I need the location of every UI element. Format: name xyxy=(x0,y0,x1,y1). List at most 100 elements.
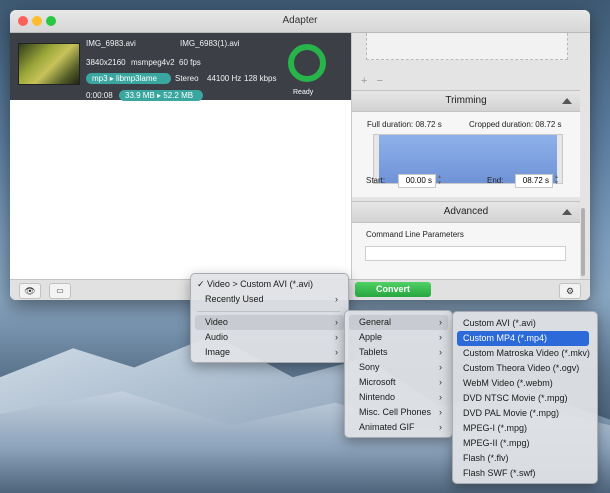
menu-item-label: Tablets xyxy=(359,347,388,357)
file-list: IMG_6983.avi IMG_6983(1).avi 3840x2160 m… xyxy=(10,33,351,279)
menu-item-label: Apple xyxy=(359,332,383,342)
start-stepper-icon[interactable]: ▲ ▼ xyxy=(437,174,442,186)
menu-item-label: Audio xyxy=(205,332,229,342)
menu-item-audio[interactable]: Audio › xyxy=(195,330,344,345)
chevron-right-icon: › xyxy=(439,392,442,402)
command-line-label: Command Line Parameters xyxy=(366,230,464,239)
trimming-header[interactable]: Trimming xyxy=(352,90,580,112)
add-button[interactable]: + xyxy=(361,75,367,87)
window-title: Adapter xyxy=(282,15,318,26)
chevron-right-icon: › xyxy=(335,332,338,342)
app-window: Adapter IMG_6983.avi IMG_6983(1).avi 384… xyxy=(10,10,590,300)
recently-used-label: Recently Used xyxy=(205,294,264,304)
menu-item-label: Misc. Cell Phones xyxy=(359,407,432,417)
menu-item-label: Video xyxy=(205,317,228,327)
menu-item-label: Nintendo xyxy=(359,392,396,402)
log-console-icon[interactable]: ▭ xyxy=(49,283,71,299)
chevron-right-icon: › xyxy=(439,407,442,417)
output-filename[interactable]: IMG_6983(1).avi xyxy=(180,39,240,48)
menu-item-flash-swf[interactable]: Flash SWF (*.swf) xyxy=(457,466,589,481)
chevron-right-icon: › xyxy=(335,294,338,304)
menu-item-general[interactable]: General › xyxy=(349,315,448,330)
menu-item-image[interactable]: Image › xyxy=(195,345,344,360)
bitrate-text: 128 kbps xyxy=(244,74,277,83)
menu-item-label: Image xyxy=(205,347,231,357)
menu-item-custom-mkv[interactable]: Custom Matroska Video (*.mkv) xyxy=(457,346,590,361)
advanced-header[interactable]: Advanced xyxy=(352,201,580,223)
audio-codec-pill[interactable]: mp3 ▸ libmp3lame xyxy=(86,73,171,84)
command-line-input[interactable] xyxy=(365,246,566,261)
cropped-duration-label: Cropped duration: 08.72 s xyxy=(469,120,562,129)
size-pill: 33.9 MB ▸ 52.2 MB xyxy=(119,90,203,101)
chevron-right-icon: › xyxy=(335,347,338,357)
menu-item-apple[interactable]: Apple › xyxy=(349,330,448,345)
plus-minus-controls: + − xyxy=(361,75,383,87)
chevron-right-icon: › xyxy=(439,362,442,372)
status-ring-icon xyxy=(288,44,326,82)
chevron-right-icon: › xyxy=(439,332,442,342)
chevron-right-icon: › xyxy=(439,422,442,432)
chevron-right-icon: › xyxy=(439,377,442,387)
convert-button[interactable]: Convert xyxy=(355,282,431,297)
menu-item-mpeg1[interactable]: MPEG-I (*.mpg) xyxy=(457,421,589,436)
menu-item-label: Microsoft xyxy=(359,377,396,387)
remove-button[interactable]: − xyxy=(377,75,383,87)
duration-text: 0:00:08 xyxy=(86,91,113,100)
start-time-field[interactable]: 00.00 s xyxy=(398,174,436,188)
audio-codec: mp3 xyxy=(92,74,108,83)
menu-item-label: General xyxy=(359,317,392,327)
title-bar: Adapter xyxy=(10,10,590,33)
menu-item-recently-used[interactable]: Recently Used › xyxy=(195,292,344,307)
menu-separator xyxy=(197,311,340,312)
menu-item-dvd-pal[interactable]: DVD PAL Movie (*.mpg) xyxy=(457,406,589,421)
file-row[interactable]: IMG_6983.avi IMG_6983(1).avi 3840x2160 m… xyxy=(10,33,351,101)
general-submenu: Custom AVI (*.avi) Custom MP4 (*.mp4) Cu… xyxy=(452,311,598,484)
menu-item-dvd-ntsc[interactable]: DVD NTSC Movie (*.mpg) xyxy=(457,391,589,406)
menu-item-animated-gif[interactable]: Animated GIF › xyxy=(349,420,448,435)
end-label: End: xyxy=(487,176,504,185)
menu-item-nintendo[interactable]: Nintendo › xyxy=(349,390,448,405)
menu-item-label: Sony xyxy=(359,362,380,372)
settings-panel: + − Trimming Full duration: 08.72 s Crop… xyxy=(351,33,590,279)
menu-item-video[interactable]: Video › xyxy=(195,315,344,330)
resolution-text: 3840x2160 xyxy=(86,58,126,67)
codec-text: msmpeg4v2 xyxy=(131,58,175,67)
source-size: 33.9 MB xyxy=(125,91,155,100)
menu-item-microsoft[interactable]: Microsoft › xyxy=(349,375,448,390)
menu-item-webm[interactable]: WebM Video (*.webm) xyxy=(457,376,589,391)
preview-eye-icon[interactable]: 👁 xyxy=(19,283,41,299)
video-thumbnail xyxy=(18,43,80,85)
current-format-label: Video > Custom AVI (*.avi) xyxy=(207,279,314,289)
checkmark-icon: ✓ xyxy=(197,279,208,289)
channels-text: Stereo xyxy=(175,74,199,83)
chevron-right-icon: › xyxy=(439,347,442,357)
advanced-title: Advanced xyxy=(443,206,489,217)
end-time-field[interactable]: 08.72 s xyxy=(515,174,553,188)
menu-item-mpeg2[interactable]: MPEG-II (*.mpg) xyxy=(457,436,589,451)
audio-output-codec: libmp3lame xyxy=(116,74,157,83)
trimming-title: Trimming xyxy=(445,95,487,106)
menu-item-sony[interactable]: Sony › xyxy=(349,360,448,375)
menu-item-custom-ogv[interactable]: Custom Theora Video (*.ogv) xyxy=(457,361,589,376)
settings-scrollbar[interactable] xyxy=(581,208,585,276)
chevron-right-icon: › xyxy=(335,317,338,327)
menu-item-label: Animated GIF xyxy=(359,422,415,432)
menu-item-flash-flv[interactable]: Flash (*.flv) xyxy=(457,451,589,466)
menu-item-custom-mp4[interactable]: Custom MP4 (*.mp4) xyxy=(457,331,589,346)
sample-rate-text: 44100 Hz xyxy=(207,74,242,83)
menu-item-custom-avi[interactable]: Custom AVI (*.avi) xyxy=(457,316,589,331)
drop-area[interactable] xyxy=(366,33,568,60)
collapse-triangle-icon[interactable] xyxy=(562,209,572,215)
collapse-triangle-icon[interactable] xyxy=(562,98,572,104)
menu-item-misc-cell-phones[interactable]: Misc. Cell Phones › xyxy=(349,405,448,420)
gear-icon[interactable]: ⚙ xyxy=(559,283,581,299)
source-filename: IMG_6983.avi xyxy=(86,39,136,48)
start-label: Start: xyxy=(366,176,386,185)
chevron-right-icon: › xyxy=(439,317,442,327)
menu-item-tablets[interactable]: Tablets › xyxy=(349,345,448,360)
menu-item-current-format[interactable]: ✓ Video > Custom AVI (*.avi) xyxy=(195,277,336,292)
full-duration-label: Full duration: 08.72 s xyxy=(367,120,442,129)
video-submenu: General › Apple › Tablets › Sony › Microsoft… xyxy=(344,310,453,438)
end-stepper-icon[interactable]: ▲ ▼ xyxy=(554,174,559,186)
format-menu: ✓ Video > Custom AVI (*.avi) Recently Us… xyxy=(190,273,349,363)
